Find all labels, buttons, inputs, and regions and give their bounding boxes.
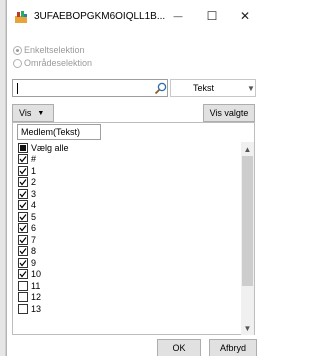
radio-omraadeselektion[interactable]: Områdeselektion [13,58,92,68]
radio-enkeltselektion[interactable]: Enkeltselektion [13,45,85,55]
vis-valgte-label: Vis valgte [209,108,249,118]
search-icon[interactable] [154,82,167,95]
search-type-value: Tekst [193,83,215,93]
list-item-label: 1 [31,165,37,176]
radio-label: Områdeselektion [24,58,93,68]
list-item[interactable]: 2 [18,177,69,189]
column-header[interactable]: Medlem(Tekst) [17,124,101,140]
checkbox[interactable] [18,188,28,199]
list-item[interactable]: 12 [18,292,69,304]
scroll-up-icon[interactable]: ▲ [241,142,254,156]
member-list: Vælg alle # 1 2 3 4 5 6 7 8 9 10 11 12 1… [18,142,69,315]
chevron-down-icon: ▼ [37,109,45,117]
checkbox[interactable] [18,154,28,165]
list-item-label: Vælg alle [31,142,69,153]
list-item[interactable]: 3 [18,188,69,200]
vis-valgte-button[interactable]: Vis valgte [203,104,255,122]
ok-button[interactable]: OK [157,339,201,356]
title-bar: 3UFAEBOPGKM6OIQLL1B... — ☐ ✕ [7,0,261,32]
list-item-label: 6 [31,223,37,234]
list-item-label: 2 [31,177,37,188]
list-item-label: 7 [31,234,37,245]
app-icon [15,11,27,23]
checkbox[interactable] [18,142,28,153]
list-item[interactable]: 7 [18,234,69,246]
list-item[interactable]: 13 [18,303,69,315]
checkbox[interactable] [18,234,28,245]
cancel-label: Afbryd [219,343,246,353]
list-item[interactable]: 5 [18,211,69,223]
list-item-label: 11 [31,280,41,291]
checkbox[interactable] [18,177,28,188]
maximize-button[interactable]: ☐ [196,4,228,28]
close-icon: ✕ [239,9,251,23]
list-item-label: 5 [31,211,37,222]
checkbox[interactable] [18,280,28,291]
vis-dropdown-button[interactable]: Vis ▼ [12,104,54,122]
list-item[interactable]: 10 [18,269,69,281]
scrollbar-thumb[interactable] [242,156,253,286]
list-scrollbar[interactable]: ▲ ▼ [241,142,254,335]
minimize-icon: — [173,11,183,21]
window-title: 3UFAEBOPGKM6OIQLL1B... [34,11,166,22]
checkbox[interactable] [18,303,28,314]
search-type-select[interactable]: Tekst ▼ [170,79,256,97]
member-list-panel: Medlem(Tekst) Vælg alle # 1 2 3 4 5 6 7 … [12,122,255,335]
ok-label: OK [172,343,186,353]
list-item[interactable]: 8 [18,246,69,258]
checkbox[interactable] [18,246,28,257]
list-item-select-all[interactable]: Vælg alle [18,142,69,154]
list-item-label: 12 [31,292,42,303]
member-selection-dialog: 3UFAEBOPGKM6OIQLL1B... — ☐ ✕ Enkeltselek… [6,0,261,356]
cancel-button[interactable]: Afbryd [209,339,257,356]
list-item[interactable]: # [18,154,69,166]
list-item[interactable]: 1 [18,165,69,177]
text-cursor [17,83,18,94]
column-header-label: Medlem(Tekst) [21,127,81,137]
radio-button[interactable] [13,45,22,55]
minimize-button[interactable]: — [162,4,194,28]
chevron-down-icon: ▼ [247,84,255,93]
radio-button[interactable] [13,58,22,68]
checkbox[interactable] [18,165,28,176]
list-item-label: 13 [31,303,42,314]
close-button[interactable]: ✕ [229,4,261,28]
list-item-label: 8 [31,246,37,257]
list-item[interactable]: 4 [18,200,69,212]
list-item-label: 10 [31,269,42,280]
checkbox[interactable] [18,292,28,303]
list-item[interactable]: 9 [18,257,69,269]
list-item-label: # [31,154,37,165]
list-item-label: 4 [31,200,37,211]
search-input[interactable] [12,79,168,97]
radio-label: Enkeltselektion [24,45,85,55]
checkbox[interactable] [18,269,28,280]
checkbox[interactable] [18,200,28,211]
scroll-down-icon[interactable]: ▼ [241,321,254,335]
list-item-label: 9 [31,257,37,268]
checkbox[interactable] [18,211,28,222]
checkbox[interactable] [18,257,28,268]
list-item[interactable]: 6 [18,223,69,235]
maximize-icon: ☐ [206,9,218,23]
list-item-label: 3 [31,188,37,199]
vis-label: Vis [19,108,32,118]
list-item[interactable]: 11 [18,280,69,292]
checkbox[interactable] [18,223,28,234]
